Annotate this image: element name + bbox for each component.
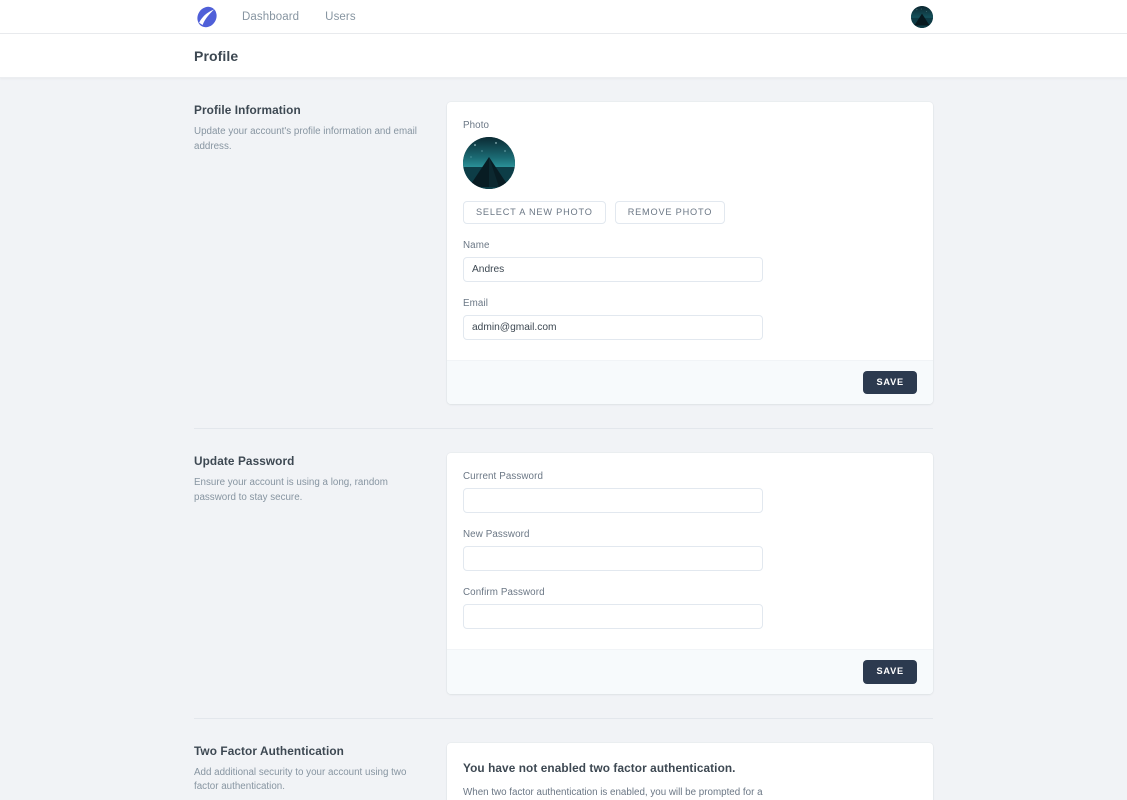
two-factor-heading: Two Factor Authentication <box>194 743 344 758</box>
photo-buttons: SELECT A NEW PHOTO REMOVE PHOTO <box>463 201 917 225</box>
current-password-input[interactable] <box>463 488 763 514</box>
two-factor-aside: Two Factor Authentication Add additional… <box>194 743 447 795</box>
nav-link-dashboard[interactable]: Dashboard <box>242 11 299 23</box>
profile-information-aside: Profile Information Update your account'… <box>194 102 447 154</box>
new-password-label: New Password <box>463 529 530 541</box>
jetstream-logo-icon-svg <box>197 6 217 27</box>
jetstream-logo-icon[interactable] <box>194 4 220 30</box>
update-password-heading: Update Password <box>194 454 295 469</box>
current-password-label: Current Password <box>463 471 544 483</box>
remove-photo-button[interactable]: REMOVE PHOTO <box>614 201 726 225</box>
photo-field: Photo SELECT A NEW PHOTO REMOVE PHOTO <box>463 120 917 225</box>
email-label: Email <box>463 298 488 310</box>
two-factor-status-description: When two factor authentication is enable… <box>463 786 763 798</box>
navbar-links: Dashboard Users <box>242 11 356 23</box>
select-new-photo-button[interactable]: SELECT A NEW PHOTO <box>463 201 606 225</box>
profile-information-heading: Profile Information <box>194 103 301 117</box>
photo-label: Photo <box>463 120 490 131</box>
confirm-password-group: Confirm Password <box>463 587 917 630</box>
update-password-card-footer: SAVE <box>447 649 933 694</box>
top-navbar: Dashboard Users <box>0 0 1127 34</box>
profile-information-card-body: Photo SELECT A NEW PHOTO REMOVE PHOTO Na… <box>447 102 933 360</box>
name-field-group: Name <box>463 240 917 283</box>
new-password-group: New Password <box>463 529 917 572</box>
email-input[interactable] <box>463 315 763 341</box>
confirm-password-label: Confirm Password <box>463 587 545 599</box>
email-field-group: Email <box>463 298 917 341</box>
name-label: Name <box>463 240 490 252</box>
profile-information-card-footer: SAVE <box>447 360 933 405</box>
update-password-card: Current Password New Password Confirm Pa… <box>447 453 933 694</box>
two-factor-card-body: You have not enabled two factor authenti… <box>447 743 933 800</box>
profile-photo-image <box>463 137 515 189</box>
profile-photo <box>463 137 515 189</box>
update-password-card-body: Current Password New Password Confirm Pa… <box>447 453 933 649</box>
profile-information-card: Photo SELECT A NEW PHOTO REMOVE PHOTO Na… <box>447 102 933 405</box>
two-factor-card: You have not enabled two factor authenti… <box>447 742 933 800</box>
two-factor-main: You have not enabled two factor authenti… <box>447 742 933 800</box>
section-profile-information: Profile Information Update your account'… <box>194 78 933 405</box>
avatar[interactable] <box>911 5 933 28</box>
two-factor-description: Add additional security to your account … <box>194 766 407 793</box>
profile-save-button[interactable]: SAVE <box>863 371 917 395</box>
page-header-bar: Profile <box>0 34 1127 78</box>
update-password-description: Ensure your account is using a long, ran… <box>194 477 388 504</box>
confirm-password-input[interactable] <box>463 604 763 630</box>
update-password-aside: Update Password Ensure your account is u… <box>194 453 447 505</box>
two-factor-status-title: You have not enabled two factor authenti… <box>463 760 736 775</box>
current-password-group: Current Password <box>463 471 917 514</box>
avatar-image <box>911 5 933 28</box>
page-content: Profile Information Update your account'… <box>0 78 1127 800</box>
navbar-left-group: Dashboard Users <box>194 4 356 30</box>
name-input[interactable] <box>463 257 763 283</box>
section-two-factor-authentication: Two Factor Authentication Add additional… <box>194 719 933 800</box>
profile-information-main: Photo SELECT A NEW PHOTO REMOVE PHOTO Na… <box>447 102 933 405</box>
navbar-right-group <box>911 5 933 28</box>
nav-link-users[interactable]: Users <box>325 11 356 23</box>
new-password-input[interactable] <box>463 546 763 572</box>
password-save-button[interactable]: SAVE <box>863 660 917 684</box>
update-password-main: Current Password New Password Confirm Pa… <box>447 453 933 694</box>
profile-information-description: Update your account's profile informatio… <box>194 126 417 152</box>
page-title: Profile <box>194 47 239 64</box>
section-update-password: Update Password Ensure your account is u… <box>194 429 933 694</box>
